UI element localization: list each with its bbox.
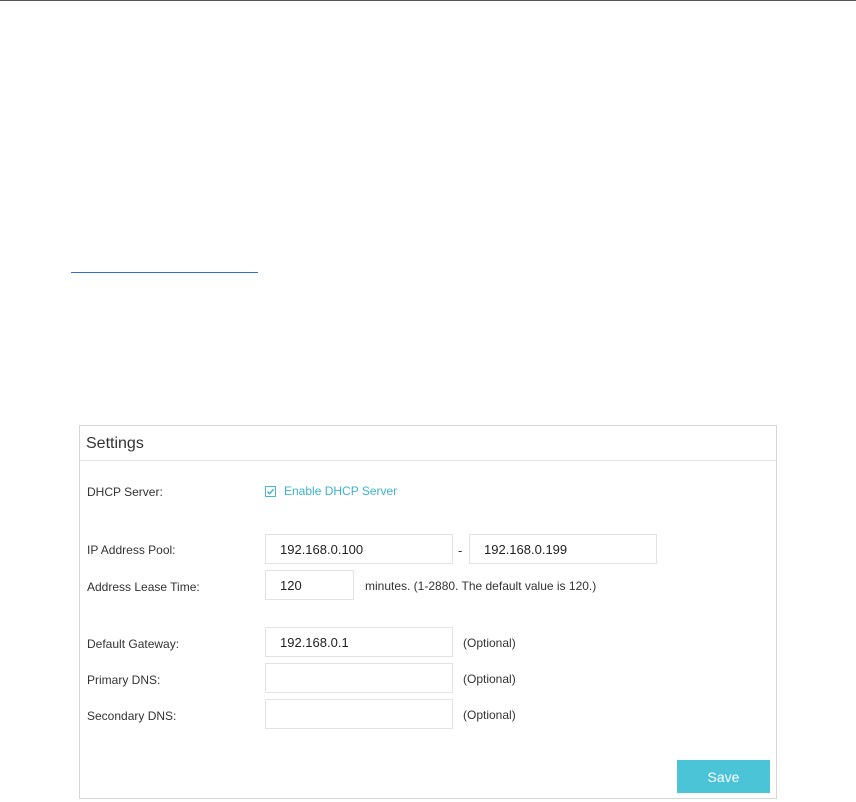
checkbox-checked-icon[interactable]	[265, 485, 276, 497]
secondary-dns-label: Secondary DNS:	[87, 709, 177, 723]
lease-time-input[interactable]	[265, 570, 354, 600]
link-underline	[71, 272, 258, 273]
ip-pool-end-input[interactable]	[469, 534, 657, 564]
primary-dns-hint: (Optional)	[463, 672, 516, 686]
secondary-dns-input[interactable]	[265, 699, 453, 729]
default-gateway-input[interactable]	[265, 627, 453, 657]
panel-divider	[80, 460, 776, 461]
top-divider	[0, 0, 856, 1]
settings-panel: Settings DHCP Server: Enable DHCP Server…	[79, 425, 777, 799]
ip-pool-start-input[interactable]	[265, 534, 453, 564]
ip-pool-label: IP Address Pool:	[87, 543, 176, 557]
save-button[interactable]: Save	[677, 760, 770, 793]
enable-dhcp-checkbox[interactable]: Enable DHCP Server	[265, 484, 397, 498]
lease-time-label: Address Lease Time:	[87, 580, 200, 594]
primary-dns-input[interactable]	[265, 663, 453, 693]
secondary-dns-hint: (Optional)	[463, 708, 516, 722]
default-gateway-hint: (Optional)	[463, 636, 516, 650]
lease-time-hint: minutes. (1-2880. The default value is 1…	[365, 579, 597, 593]
dhcp-server-label: DHCP Server:	[87, 485, 163, 499]
panel-title: Settings	[86, 435, 144, 452]
page: Settings DHCP Server: Enable DHCP Server…	[0, 0, 856, 802]
default-gateway-label: Default Gateway:	[87, 637, 180, 651]
ip-pool-separator: -	[458, 543, 463, 558]
primary-dns-label: Primary DNS:	[87, 673, 161, 687]
enable-dhcp-label[interactable]: Enable DHCP Server	[284, 484, 397, 498]
